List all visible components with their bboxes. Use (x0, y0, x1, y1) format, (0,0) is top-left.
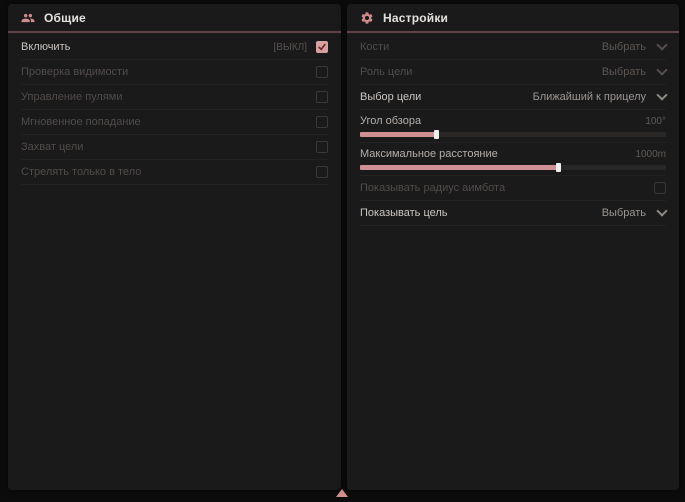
show-target-dropdown[interactable]: Выбрать (602, 205, 666, 221)
distance-slider[interactable] (360, 165, 666, 170)
target-lock-checkbox[interactable] (316, 141, 328, 153)
row-enable: Включить [ВЫКЛ] (21, 35, 328, 60)
row-label: Включить (21, 41, 70, 53)
distance-slider-block: Максимальное расстояние 1000m (360, 143, 666, 176)
check-icon (318, 43, 326, 51)
scroll-up-indicator-icon[interactable] (336, 489, 348, 497)
row-body-only: Стрелять только в тело (21, 160, 328, 185)
settings-panel-header: Настройки (347, 4, 679, 31)
bullet-control-checkbox[interactable] (316, 91, 328, 103)
row-show-aimbot-radius: Показывать радиус аимбота (360, 176, 666, 201)
row-bullet-control: Управление пулями (21, 85, 328, 110)
fov-slider-fill (360, 132, 437, 137)
fov-slider[interactable] (360, 132, 666, 137)
row-label: Роль цели (360, 66, 412, 78)
row-target-lock: Захват цели (21, 135, 328, 160)
chevron-down-icon (658, 41, 666, 49)
row-label: Показывать цель (360, 207, 448, 219)
row-label: Стрелять только в тело (21, 166, 141, 178)
row-label: Захват цели (21, 141, 83, 153)
general-panel: Общие Включить [ВЫКЛ] Проверка видимости… (8, 4, 341, 490)
body-only-checkbox[interactable] (316, 166, 328, 178)
general-panel-header: Общие (8, 4, 341, 31)
row-visibility-check: Проверка видимости (21, 60, 328, 85)
distance-slider-handle[interactable] (556, 163, 561, 172)
panel-title-settings: Настройки (383, 11, 448, 25)
row-label: Кости (360, 41, 389, 53)
target-selection-dropdown[interactable]: Ближайший к прицелу (533, 89, 666, 105)
chevron-down-icon (658, 66, 666, 74)
row-label: Проверка видимости (21, 66, 128, 78)
row-label: Показывать радиус аимбота (360, 182, 505, 194)
settings-panel: Настройки Кости Выбрать Роль цели Выбрат… (347, 4, 679, 490)
chevron-down-icon (658, 207, 666, 215)
visibility-check-checkbox[interactable] (316, 66, 328, 78)
row-label: Максимальное расстояние (360, 148, 498, 160)
fov-slider-handle[interactable] (434, 130, 439, 139)
dropdown-value: Выбрать (602, 207, 646, 219)
enable-checkbox[interactable] (316, 41, 328, 53)
target-role-dropdown[interactable]: Выбрать (602, 64, 666, 80)
users-icon (21, 11, 35, 25)
instant-hit-checkbox[interactable] (316, 116, 328, 128)
row-show-target: Показывать цель Выбрать (360, 201, 666, 226)
dropdown-value: Выбрать (602, 66, 646, 78)
distance-value: 1000m (635, 149, 666, 160)
panel-title-general: Общие (44, 11, 86, 25)
distance-slider-fill (360, 165, 559, 170)
gear-icon (360, 11, 374, 25)
chevron-down-icon (658, 91, 666, 99)
row-label: Угол обзора (360, 115, 421, 127)
row-target-selection: Выбор цели Ближайший к прицелу (360, 85, 666, 110)
row-label: Мгновенное попадание (21, 116, 141, 128)
row-target-role: Роль цели Выбрать (360, 60, 666, 85)
row-label: Выбор цели (360, 91, 421, 103)
bones-dropdown[interactable]: Выбрать (602, 39, 666, 55)
fov-value: 100° (645, 116, 666, 127)
row-instant-hit: Мгновенное попадание (21, 110, 328, 135)
row-label: Управление пулями (21, 91, 123, 103)
fov-slider-block: Угол обзора 100° (360, 110, 666, 143)
show-aimbot-radius-checkbox[interactable] (654, 182, 666, 194)
dropdown-value: Выбрать (602, 41, 646, 53)
row-bones: Кости Выбрать (360, 35, 666, 60)
dropdown-value: Ближайший к прицелу (533, 91, 646, 103)
hotkey-state-label: [ВЫКЛ] (274, 42, 307, 53)
